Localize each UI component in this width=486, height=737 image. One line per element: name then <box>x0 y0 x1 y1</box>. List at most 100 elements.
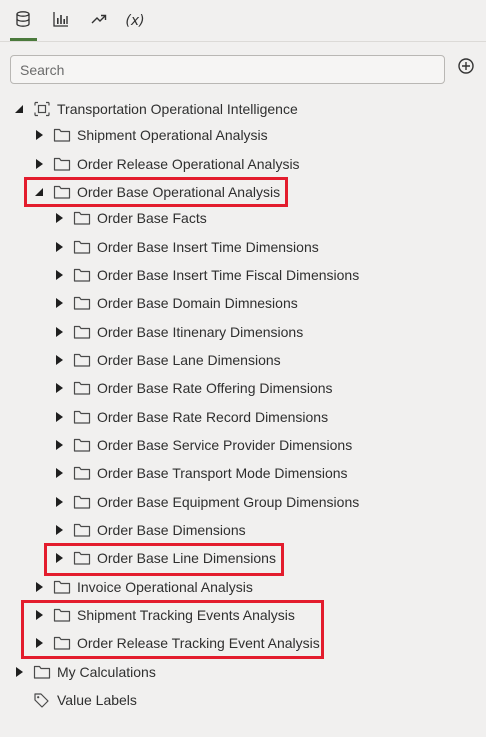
expand-toggle[interactable] <box>32 157 46 171</box>
tree-folder-order-base-rate-offering-dimensions[interactable]: Order Base Rate Offering Dimensions <box>52 376 333 400</box>
collapsed-triangle-icon <box>52 296 66 310</box>
tree-folder-shipment-operational-analysis[interactable]: Shipment Operational Analysis <box>32 123 268 147</box>
tree-node-label: Invoice Operational Analysis <box>77 579 253 595</box>
folder-icon <box>73 465 91 481</box>
expand-toggle[interactable] <box>52 353 66 367</box>
collapse-toggle[interactable] <box>32 185 46 199</box>
folder-icon <box>73 409 91 425</box>
expand-toggle[interactable] <box>52 551 66 565</box>
tree-folder-order-base-operational-analysis[interactable]: Order Base Operational Analysis <box>32 180 280 204</box>
folder-icon <box>73 239 91 255</box>
collapsed-triangle-icon <box>32 128 46 142</box>
collapsed-triangle-icon <box>52 410 66 424</box>
expand-toggle[interactable] <box>52 381 66 395</box>
tree-folder-shipment-tracking-events-analysis[interactable]: Shipment Tracking Events Analysis <box>32 603 295 627</box>
add-button[interactable] <box>456 57 476 80</box>
collapsed-triangle-icon <box>52 381 66 395</box>
expand-toggle[interactable] <box>12 665 26 679</box>
tree-folder-order-base-service-provider-dimensions[interactable]: Order Base Service Provider Dimensions <box>52 433 352 457</box>
folder-icon <box>73 380 91 396</box>
expand-toggle[interactable] <box>52 211 66 225</box>
folder-icon <box>53 607 71 623</box>
expand-toggle[interactable] <box>32 636 46 650</box>
collapse-toggle[interactable] <box>12 102 26 116</box>
tree-node-label: Order Base Domain Dimnesions <box>97 295 298 311</box>
folder-icon <box>73 352 91 368</box>
expand-toggle[interactable] <box>52 438 66 452</box>
tree-folder-order-base-facts[interactable]: Order Base Facts <box>52 206 207 230</box>
function-icon: (x) <box>125 13 145 29</box>
tree-folder-order-base-equipment-group-dimensions[interactable]: Order Base Equipment Group Dimensions <box>52 490 359 514</box>
tree-node-label: Order Base Equipment Group Dimensions <box>97 494 360 510</box>
tree-node-label: Order Release Operational Analysis <box>77 156 300 172</box>
tree-folder-order-base-itinenary-dimensions[interactable]: Order Base Itinenary Dimensions <box>52 320 303 344</box>
tab-analytics[interactable] <box>86 8 112 34</box>
tree-node-label: Transportation Operational Intelligence <box>57 101 298 117</box>
folder-icon <box>73 210 91 226</box>
folder-icon <box>53 156 71 172</box>
tree-folder-order-base-transport-mode-dimensions[interactable]: Order Base Transport Mode Dimensions <box>52 461 348 485</box>
collapsed-triangle-icon <box>32 157 46 171</box>
folder-icon <box>73 494 91 510</box>
tree-folder-order-base-domain-dimensions[interactable]: Order Base Domain Dimnesions <box>52 291 298 315</box>
tree-item-value-labels[interactable]: Value Labels <box>33 688 137 712</box>
tree-folder-invoice-operational-analysis[interactable]: Invoice Operational Analysis <box>32 575 253 599</box>
tree-folder-order-base-line-dimensions[interactable]: Order Base Line Dimensions <box>52 546 276 570</box>
tree-node-label: Shipment Operational Analysis <box>77 127 268 143</box>
tree-folder-my-calculations[interactable]: My Calculations <box>12 660 156 684</box>
folder-icon <box>73 295 91 311</box>
collapsed-triangle-icon <box>52 240 66 254</box>
tree-node-label: Order Base Transport Mode Dimensions <box>97 465 348 481</box>
collapsed-triangle-icon <box>52 353 66 367</box>
folder-icon <box>53 127 71 143</box>
expand-toggle[interactable] <box>52 268 66 282</box>
tree-root-node[interactable]: Transportation Operational Intelligence <box>12 97 298 121</box>
tree-node-label: Order Base Insert Time Dimensions <box>97 239 319 255</box>
tab-calculations[interactable]: (x) <box>122 8 148 34</box>
tree-node-label: Order Base Operational Analysis <box>77 184 281 200</box>
collapsed-triangle-icon <box>32 636 46 650</box>
expand-toggle[interactable] <box>52 240 66 254</box>
tree-folder-order-base-dimensions[interactable]: Order Base Dimensions <box>52 518 246 542</box>
expanded-triangle-icon <box>32 185 46 199</box>
expand-toggle[interactable] <box>52 523 66 537</box>
tree-folder-order-base-rate-record-dimensions[interactable]: Order Base Rate Record Dimensions <box>52 405 328 429</box>
tree-node-label: Order Base Dimensions <box>97 522 246 538</box>
expand-toggle[interactable] <box>52 466 66 480</box>
tree-node-label: Order Base Rate Record Dimensions <box>97 409 329 425</box>
active-tab-indicator <box>10 38 37 41</box>
collapsed-triangle-icon <box>52 268 66 282</box>
collapsed-triangle-icon <box>52 211 66 225</box>
collapsed-triangle-icon <box>52 325 66 339</box>
tree-node-label: Value Labels <box>57 692 137 708</box>
expand-toggle[interactable] <box>52 325 66 339</box>
tree-node-label: Order Base Lane Dimensions <box>97 352 281 368</box>
collapsed-triangle-icon <box>52 466 66 480</box>
expand-toggle[interactable] <box>32 128 46 142</box>
panel-tab-bar: (x) <box>0 0 486 42</box>
tree-node-label: Order Base Line Dimensions <box>97 550 276 566</box>
tree-node-label: Order Release Tracking Event Analysis <box>77 635 320 651</box>
tag-icon <box>33 692 51 708</box>
tree-folder-order-base-insert-time-fiscal-dimensions[interactable]: Order Base Insert Time Fiscal Dimensions <box>52 263 359 287</box>
collapsed-triangle-icon <box>32 608 46 622</box>
tree-folder-order-base-lane-dimensions[interactable]: Order Base Lane Dimensions <box>52 348 281 372</box>
collapsed-triangle-icon <box>52 523 66 537</box>
expand-toggle[interactable] <box>32 608 46 622</box>
expand-toggle[interactable] <box>52 495 66 509</box>
add-circle-icon <box>457 57 475 80</box>
tree-node-label: Order Base Itinenary Dimensions <box>97 324 304 340</box>
tree-node-label: Order Base Insert Time Fiscal Dimensions <box>97 267 360 283</box>
tab-data[interactable] <box>10 8 36 34</box>
folder-icon <box>53 635 71 651</box>
tree-folder-order-release-tracking-event-analysis[interactable]: Order Release Tracking Event Analysis <box>32 631 320 655</box>
tree-folder-order-release-operational-analysis[interactable]: Order Release Operational Analysis <box>32 152 300 176</box>
folder-icon <box>73 522 91 538</box>
expand-toggle[interactable] <box>52 410 66 424</box>
expanded-triangle-icon <box>12 102 26 116</box>
tree-folder-order-base-insert-time-dimensions[interactable]: Order Base Insert Time Dimensions <box>52 235 319 259</box>
expand-toggle[interactable] <box>32 580 46 594</box>
tab-visualizations[interactable] <box>48 8 74 34</box>
search-input[interactable] <box>11 56 444 83</box>
expand-toggle[interactable] <box>52 296 66 310</box>
